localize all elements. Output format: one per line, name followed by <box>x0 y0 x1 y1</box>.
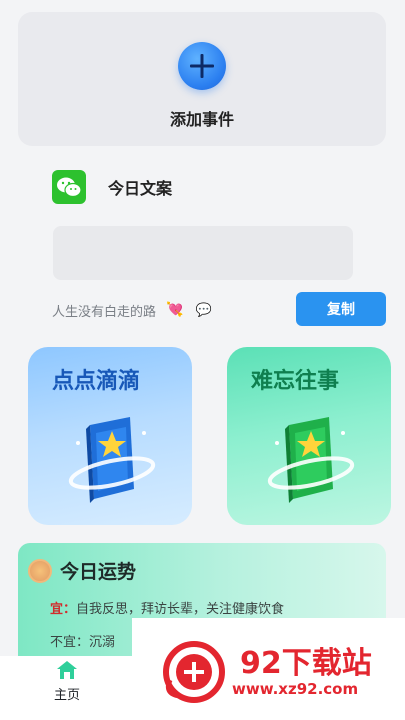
fortune-title: 今日运势 <box>60 561 137 583</box>
tile-moments[interactable]: 点点滴滴 <box>28 347 192 525</box>
fortune-good: 宜：自我反思，拜访长辈，关注健康饮食 <box>50 598 284 617</box>
watermark-url: www.xz92.com <box>232 680 359 698</box>
comment-icon[interactable]: 💬 <box>195 303 211 318</box>
home-icon <box>57 661 77 679</box>
today-copy-header: 今日文案 <box>52 170 172 204</box>
tab-home[interactable]: 主页 <box>44 660 90 703</box>
fortune-good-key: 宜： <box>50 602 77 617</box>
plus-icon[interactable] <box>178 42 226 90</box>
watermark-name: 92下载站 <box>240 646 372 681</box>
watermark-logo-icon <box>163 641 225 703</box>
tab-home-label: 主页 <box>53 688 80 703</box>
quote-row: 人生没有白走的路 💘 💬 <box>52 300 212 320</box>
sun-icon <box>28 558 52 583</box>
fortune-bad: 不宜：沉溺 <box>50 635 116 650</box>
tile-moments-title: 点点滴滴 <box>52 369 141 394</box>
watermark: 92下载站 www.xz92.com <box>132 618 405 720</box>
wechat-icon <box>52 170 86 204</box>
copy-button[interactable]: 复制 <box>296 292 386 326</box>
tile-memories-title: 难忘往事 <box>251 369 340 394</box>
copy-text-box[interactable] <box>53 226 353 280</box>
book-green-icon <box>267 417 355 503</box>
add-event-card[interactable]: 添加事件 <box>18 12 386 146</box>
heart-icon: 💘 <box>166 302 184 318</box>
fortune-header: 今日运势 <box>28 557 136 584</box>
tile-memories[interactable]: 难忘往事 <box>227 347 391 525</box>
book-blue-icon <box>68 417 156 503</box>
quote-text: 人生没有白走的路 <box>52 304 157 320</box>
add-event-label: 添加事件 <box>169 110 234 129</box>
fortune-good-text: 自我反思，拜访长辈，关注健康饮食 <box>76 602 285 617</box>
today-copy-title: 今日文案 <box>108 179 173 198</box>
